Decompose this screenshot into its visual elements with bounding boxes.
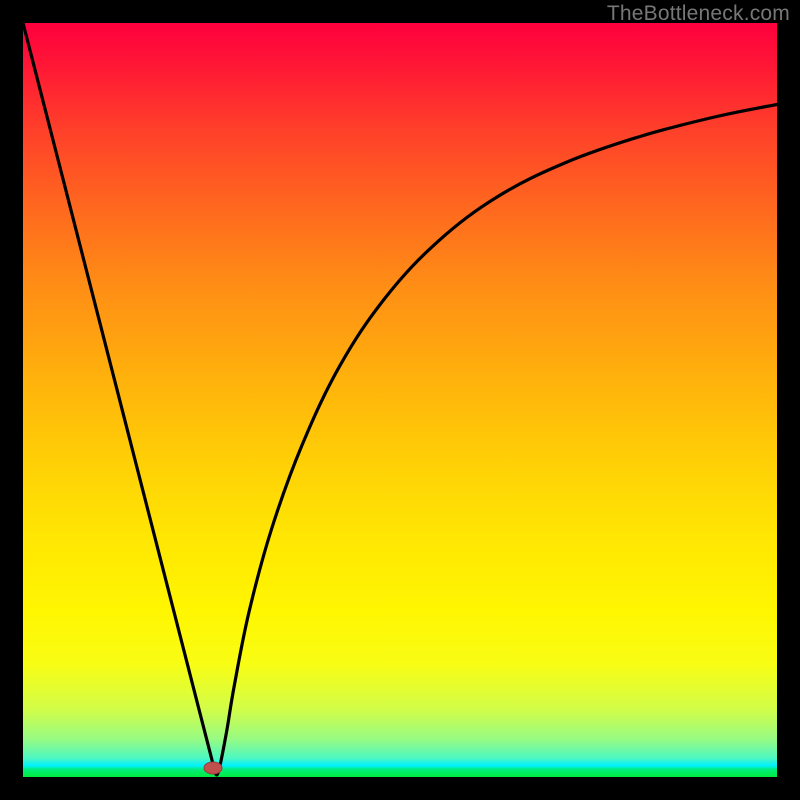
minimum-marker [204,762,222,774]
plot-area [23,23,777,777]
bottleneck-curve [23,23,777,775]
chart-frame: TheBottleneck.com [0,0,800,800]
watermark-text: TheBottleneck.com [607,2,790,26]
curve-layer [23,23,777,777]
